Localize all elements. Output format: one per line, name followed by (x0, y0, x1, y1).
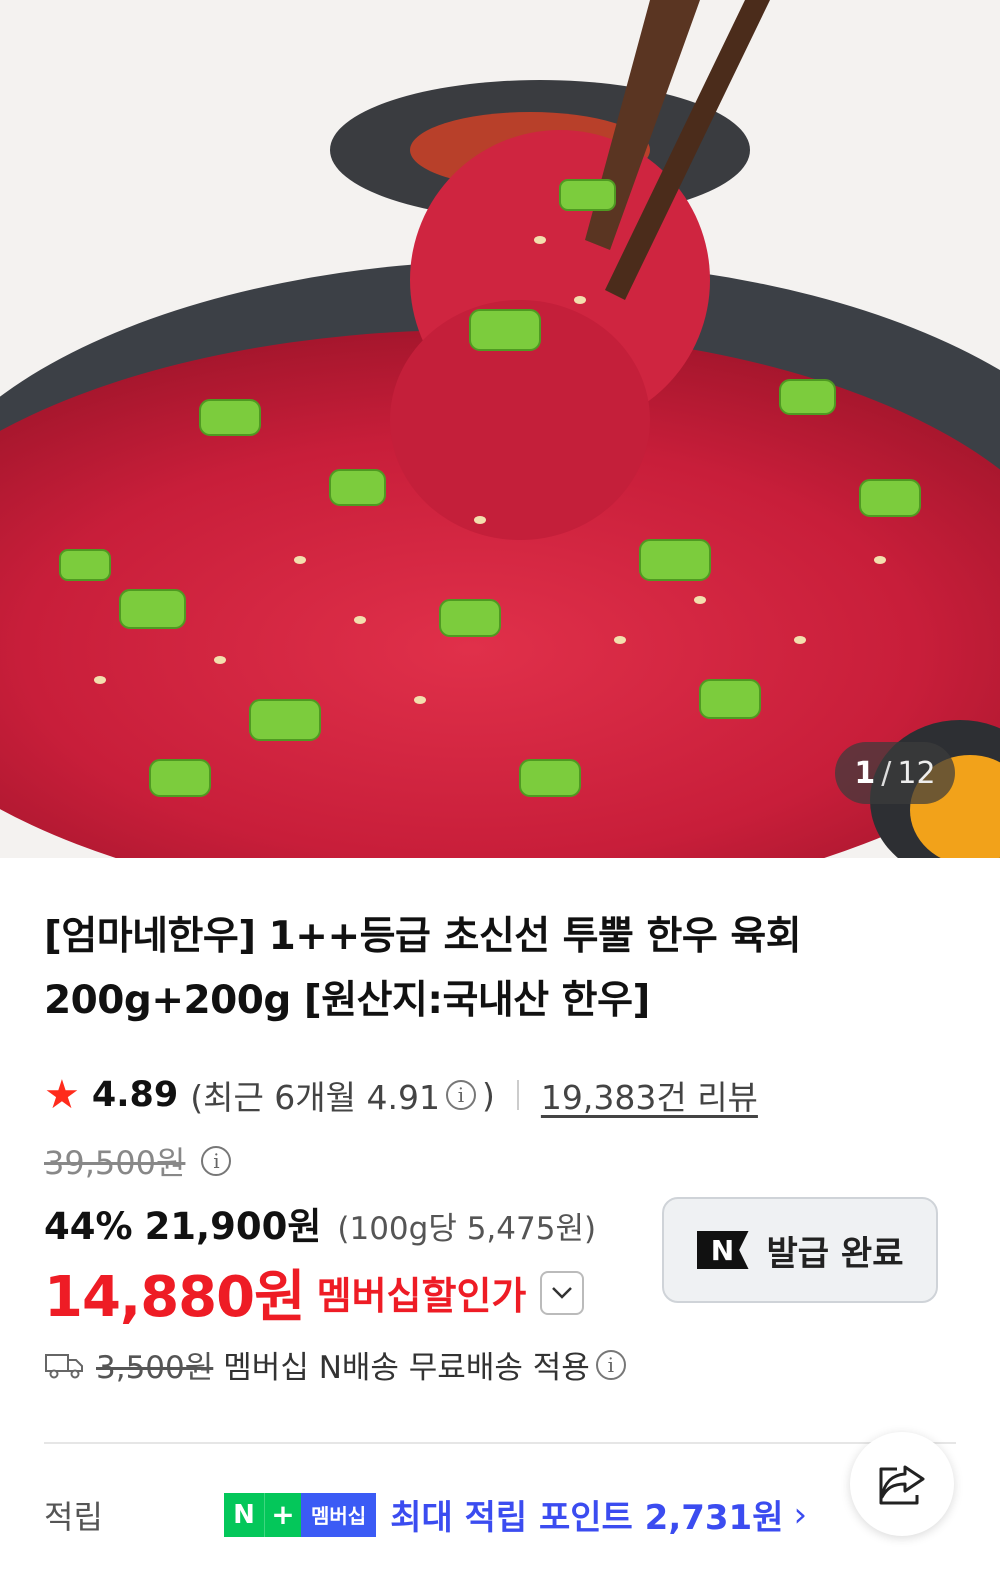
product-title-line1: [엄마네한우] 1++등급 초신선 투뿔 한우 육회 (44, 914, 802, 959)
recent-rating: (최근 6개월 4.91 (190, 1078, 440, 1117)
star-icon: ★ (44, 1072, 80, 1118)
shipping-text: 멤버십 N배송 무료배송 적용 (223, 1350, 590, 1386)
image-counter: 1 / 12 (835, 742, 955, 804)
info-icon[interactable]: i (595, 1349, 626, 1380)
original-price-row: 39,500원 i (44, 1138, 237, 1184)
info-icon[interactable]: i (446, 1080, 476, 1110)
image-counter-separator: / (881, 755, 892, 791)
rating-score: 4.89 (91, 1075, 179, 1115)
shipping-row: 3,500원 멤버십 N배송 무료배송 적용 i (44, 1342, 632, 1387)
member-price-label: 멤버십할인가 (316, 1274, 527, 1318)
product-photo (0, 0, 1000, 858)
product-title: [엄마네한우] 1++등급 초신선 투뿔 한우 육회 200g+200g [원산… (44, 905, 904, 1033)
product-title-line2: 200g+200g [원산지:국내산 한우] (44, 978, 650, 1023)
badge-n: N (224, 1492, 264, 1537)
rating-row: ★ 4.89 (최근 6개월 4.91 i ) 19,383건 리뷰 (44, 1070, 758, 1120)
divider (516, 1080, 519, 1110)
points-label: 적립 (44, 1497, 103, 1536)
original-shipping-fee: 3,500원 (96, 1350, 214, 1386)
naver-n-icon: N (696, 1231, 749, 1269)
info-icon[interactable]: i (201, 1146, 232, 1176)
sale-price: 21,900원 (144, 1205, 322, 1248)
recent-rating-close: ) (482, 1075, 495, 1115)
divider (44, 1442, 956, 1444)
coupon-label: 발급 완료 (766, 1233, 904, 1274)
share-button[interactable] (850, 1432, 954, 1536)
badge-membership: 멤버십 (301, 1492, 377, 1537)
unit-price: (100g당 5,475원) (337, 1211, 597, 1247)
points-row[interactable]: 적립 N + 멤버십 최대 적립 포인트 2,731원 › (44, 1490, 844, 1539)
image-counter-total: 12 (897, 755, 936, 791)
sale-price-row: 44% 21,900원 (100g당 5,475원) (44, 1196, 596, 1250)
member-price: 14,880원 (44, 1265, 306, 1330)
naver-plus-membership-badge: N + 멤버십 (224, 1492, 377, 1537)
review-count-link[interactable]: 19,383건 리뷰 (541, 1071, 758, 1119)
coupon-issued-button[interactable]: N 발급 완료 (662, 1197, 938, 1303)
badge-plus: + (264, 1492, 301, 1537)
truck-icon (45, 1353, 83, 1378)
chevron-right-icon: › (793, 1494, 808, 1535)
product-image[interactable]: 1 / 12 (0, 0, 1000, 858)
image-counter-current: 1 (854, 755, 876, 791)
original-price: 39,500원 (44, 1144, 186, 1182)
max-points-text: 최대 적립 포인트 2,731원 (390, 1498, 784, 1538)
chevron-down-icon[interactable] (540, 1270, 585, 1315)
share-icon (879, 1465, 925, 1505)
member-price-row: 14,880원 멤버십할인가 (44, 1252, 585, 1333)
discount-percent: 44% (44, 1205, 133, 1248)
